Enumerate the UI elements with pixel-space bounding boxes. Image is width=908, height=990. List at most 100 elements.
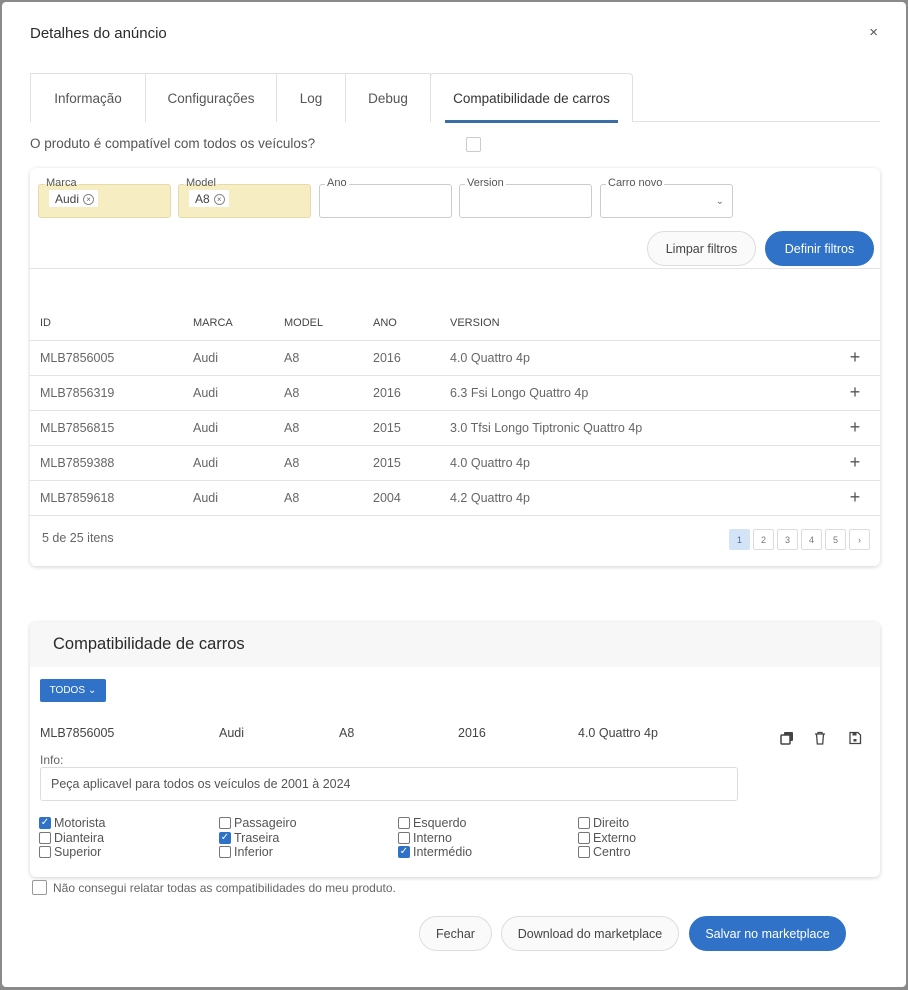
checkbox-unchecked[interactable]: [219, 816, 231, 829]
cell-ano: 2015: [363, 445, 440, 481]
checkbox-label: Passageiro: [234, 815, 297, 830]
remove-chip-icon[interactable]: ×: [83, 193, 95, 205]
checkbox-intermedio[interactable]: ✓ Intermédio: [398, 844, 472, 859]
table-row: MLB7856815 Audi A8 2015 3.0 Tfsi Longo T…: [30, 410, 880, 446]
checkbox-label: Esquerdo: [413, 815, 467, 830]
cell-version: 4.0 Quattro 4p: [440, 340, 830, 376]
info-input[interactable]: [40, 767, 738, 801]
checkbox-superior[interactable]: Superior: [39, 844, 101, 859]
cell-version: 3.0 Tfsi Longo Tiptronic Quattro 4p: [440, 410, 830, 446]
page-button[interactable]: 1: [729, 529, 750, 550]
checkbox-unchecked[interactable]: [219, 845, 231, 858]
add-icon[interactable]: +: [840, 347, 870, 368]
checkbox-label: Externo: [593, 830, 637, 845]
cell-model: A8: [274, 410, 363, 446]
info-label: Info:: [40, 753, 64, 767]
table-row: MLB7859618 Audi A8 2004 4.2 Quattro 4p +: [30, 480, 880, 516]
page-button[interactable]: 5: [825, 529, 846, 550]
modal-title: Detalhes do anúncio: [30, 25, 167, 42]
cell-ano: 2016: [363, 340, 440, 376]
checkbox-motorista[interactable]: ✓ Motorista: [39, 815, 105, 830]
close-button[interactable]: Fechar: [419, 916, 492, 951]
tab-informacao[interactable]: Informação: [30, 73, 146, 122]
not-all-compat-checkbox[interactable]: [32, 880, 47, 895]
col-actions: [830, 306, 880, 341]
model-chip-text: A8: [195, 192, 210, 206]
entry-model: A8: [339, 726, 355, 740]
table-row: MLB7859388 Audi A8 2015 4.0 Quattro 4p +: [30, 445, 880, 481]
tab-configuracoes[interactable]: Configurações: [145, 73, 277, 122]
cell-actions: +: [830, 445, 880, 481]
clear-filters-button[interactable]: Limpar filtros: [647, 231, 756, 266]
checkbox-passageiro[interactable]: Passageiro: [219, 815, 297, 830]
checkbox-inferior[interactable]: Inferior: [219, 844, 273, 859]
checkbox-direito[interactable]: Direito: [578, 815, 629, 830]
add-icon[interactable]: +: [840, 487, 870, 508]
tab-compatibilidade[interactable]: Compatibilidade de carros: [430, 73, 633, 123]
apply-filters-button[interactable]: Definir filtros: [765, 231, 874, 266]
checkbox-unchecked[interactable]: [39, 831, 51, 844]
cell-model: A8: [274, 375, 363, 411]
checkbox-centro[interactable]: Centro: [578, 844, 631, 859]
download-marketplace-button[interactable]: Download do marketplace: [501, 916, 679, 951]
checkbox-unchecked[interactable]: [398, 816, 410, 829]
checkbox-interno[interactable]: Interno: [398, 830, 452, 845]
checkbox-unchecked[interactable]: [578, 845, 590, 858]
todos-dropdown-button[interactable]: TODOS ⌄: [40, 679, 106, 702]
model-filter[interactable]: Model A8 ×: [178, 177, 311, 218]
page-button[interactable]: 2: [753, 529, 774, 550]
save-marketplace-button[interactable]: Salvar no marketplace: [689, 916, 846, 951]
trash-icon[interactable]: [812, 730, 828, 746]
compat-all-question: O produto é compatível com todos os veíc…: [30, 136, 316, 151]
tab-debug[interactable]: Debug: [345, 73, 431, 122]
checkbox-label: Superior: [54, 844, 102, 859]
filters-card: Marca Audi × Model A8 × Ano Version Carr…: [30, 168, 880, 566]
checkbox-dianteira[interactable]: Dianteira: [39, 830, 104, 845]
marca-filter[interactable]: Marca Audi ×: [38, 177, 171, 218]
checkbox-unchecked[interactable]: [398, 831, 410, 844]
page-button[interactable]: 3: [777, 529, 798, 550]
checkbox-label: Inferior: [234, 844, 273, 859]
remove-chip-icon[interactable]: ×: [213, 193, 225, 205]
items-count: 5 de 25 itens: [42, 531, 114, 545]
col-version: VERSION: [440, 306, 830, 341]
next-page-icon[interactable]: ›: [849, 529, 870, 550]
checkbox-traseira[interactable]: ✓ Traseira: [219, 830, 279, 845]
save-icon[interactable]: [847, 730, 863, 746]
not-all-compat-option: Não consegui relatar todas as compatibil…: [32, 880, 396, 895]
checkbox-unchecked[interactable]: [578, 816, 590, 829]
entry-version: 4.0 Quattro 4p: [578, 726, 658, 740]
tab-log[interactable]: Log: [276, 73, 346, 122]
table-header-row: ID MARCA MODEL ANO VERSION: [30, 306, 880, 341]
copy-icon[interactable]: [779, 730, 795, 746]
checkbox-externo[interactable]: Externo: [578, 830, 636, 845]
cell-id: MLB7859618: [30, 480, 183, 516]
tab-bar: Informação Configurações Log Debug Compa…: [30, 73, 880, 123]
cell-version: 4.2 Quattro 4p: [440, 480, 830, 516]
checkbox-esquerdo[interactable]: Esquerdo: [398, 815, 467, 830]
vehicles-table: ID MARCA MODEL ANO VERSION MLB7856005 Au…: [30, 306, 880, 516]
cell-marca: Audi: [183, 410, 274, 446]
checkbox-checked[interactable]: ✓: [398, 845, 410, 858]
cell-actions: +: [830, 375, 880, 411]
cell-marca: Audi: [183, 375, 274, 411]
cell-marca: Audi: [183, 480, 274, 516]
col-ano: ANO: [363, 306, 440, 341]
add-icon[interactable]: +: [840, 417, 870, 438]
checkbox-checked[interactable]: ✓: [39, 816, 51, 829]
chevron-down-icon: ⌄: [715, 196, 724, 207]
compat-all-checkbox[interactable]: [466, 137, 481, 152]
close-icon[interactable]: ×: [869, 24, 878, 41]
page-button[interactable]: 4: [801, 529, 822, 550]
carro-novo-select[interactable]: Carro novo ⌄: [600, 177, 733, 218]
add-icon[interactable]: +: [840, 452, 870, 473]
entry-id: MLB7856005: [40, 726, 115, 740]
checkbox-unchecked[interactable]: [578, 831, 590, 844]
add-icon[interactable]: +: [840, 382, 870, 403]
version-filter[interactable]: Version: [459, 177, 592, 218]
cell-marca: Audi: [183, 445, 274, 481]
checkbox-checked[interactable]: ✓: [219, 831, 231, 844]
ano-label: Ano: [325, 177, 349, 189]
ano-filter[interactable]: Ano: [319, 177, 452, 218]
checkbox-unchecked[interactable]: [39, 845, 51, 858]
